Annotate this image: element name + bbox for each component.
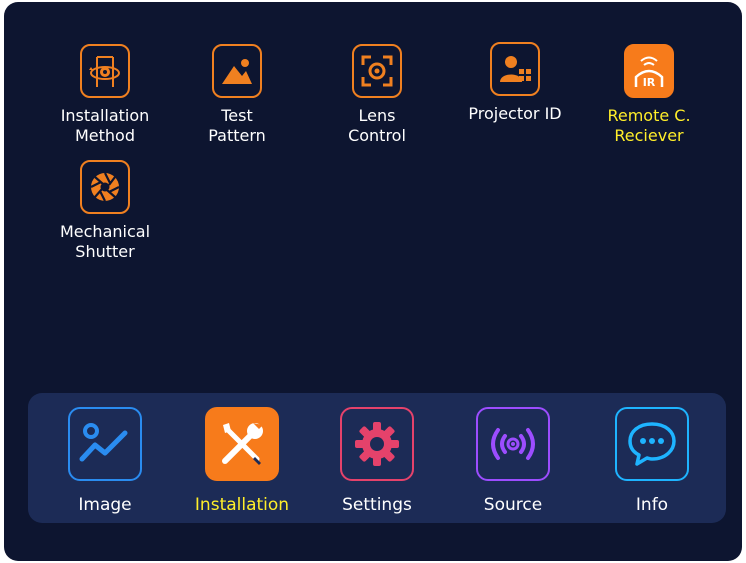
image-mountain-icon — [212, 44, 262, 98]
projector-menu-screen: Installation Method Test Pattern Lens Co… — [4, 2, 742, 561]
lens-focus-icon — [352, 44, 402, 98]
signal-icon — [476, 407, 550, 481]
dock-item-label: Info — [635, 495, 669, 515]
svg-text:IR: IR — [643, 76, 656, 89]
dock-item-label: Settings — [342, 495, 412, 515]
menu-item-test-pattern[interactable]: Test Pattern — [172, 44, 302, 146]
shutter-icon — [80, 160, 130, 214]
dock-item-installation[interactable]: Installation — [187, 407, 297, 515]
rotation-gear-icon — [80, 44, 130, 98]
menu-item-mechanical-shutter[interactable]: Mechanical Shutter — [40, 160, 170, 262]
menu-item-installation-method[interactable]: Installation Method — [40, 44, 170, 146]
gear-icon — [340, 407, 414, 481]
menu-item-projector-id[interactable]: Projector ID — [450, 42, 580, 124]
menu-item-label: Projector ID — [468, 104, 562, 123]
menu-item-label: Remote C. Reciever — [607, 106, 691, 145]
menu-item-lens-control[interactable]: Lens Control — [312, 44, 442, 146]
dock-item-info[interactable]: Info — [597, 407, 707, 515]
menu-item-label: Lens Control — [348, 106, 406, 145]
menu-item-label: Mechanical Shutter — [59, 222, 151, 261]
dock-item-label: Image — [78, 495, 132, 515]
menu-item-label: Test Pattern — [208, 106, 266, 145]
ir-receiver-icon: IR — [624, 44, 674, 98]
id-card-icon — [490, 42, 540, 96]
dock-item-settings[interactable]: Settings — [322, 407, 432, 515]
tools-icon — [205, 407, 279, 481]
chat-bubble-icon — [615, 407, 689, 481]
menu-item-remote-receiver[interactable]: IR Remote C. Reciever — [584, 44, 714, 146]
dock-item-label: Installation — [194, 495, 290, 515]
dock-item-image[interactable]: Image — [50, 407, 160, 515]
dock-item-source[interactable]: Source — [458, 407, 568, 515]
main-menu-dock: Image Installation Settings Source Info — [28, 393, 726, 523]
menu-item-label: Installation Method — [60, 106, 150, 145]
chart-line-icon — [68, 407, 142, 481]
dock-item-label: Source — [483, 495, 543, 515]
